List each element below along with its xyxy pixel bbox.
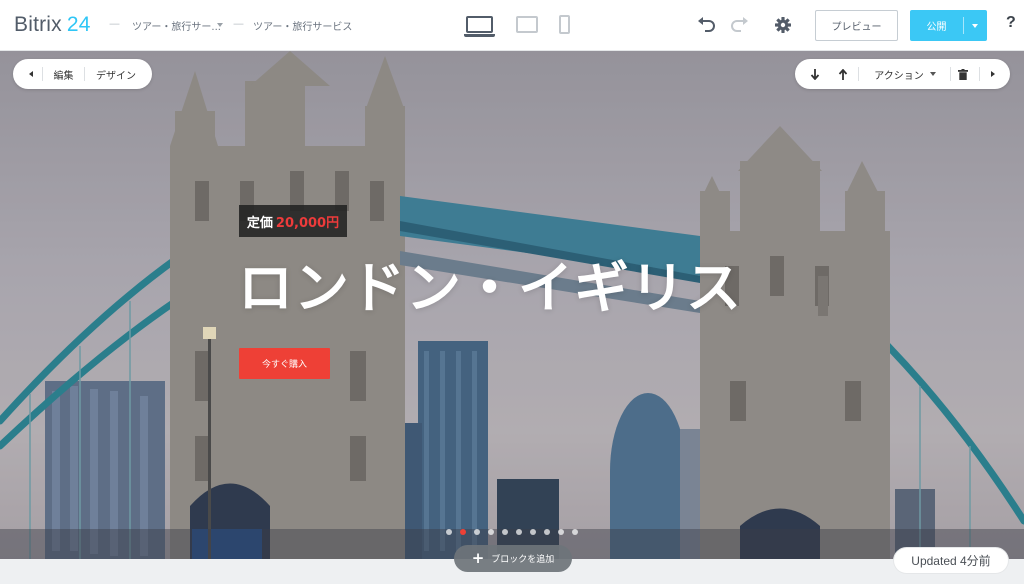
slider-dot[interactable] [544, 529, 550, 535]
publish-divider [963, 17, 964, 34]
gear-icon[interactable] [772, 14, 794, 36]
undo-icon[interactable] [696, 14, 718, 36]
chevron-right-icon [991, 71, 995, 77]
move-up-button[interactable] [833, 59, 853, 89]
slider-dot[interactable] [530, 529, 536, 535]
publish-label[interactable]: 公開 [910, 10, 963, 41]
prev-block-button[interactable] [21, 59, 41, 89]
slider-dot[interactable] [502, 529, 508, 535]
price-label: 定価 [246, 215, 273, 231]
arrow-down-icon [810, 68, 820, 80]
updated-status-badge: Updated 4分前 [894, 548, 1008, 573]
top-toolbar: Bitrix 24 — ツアー・旅行サー... — ツアー・旅行サービス プレビ… [0, 0, 1024, 51]
slider-dot[interactable] [572, 529, 578, 535]
price-value: 20,000円 [275, 215, 340, 231]
hero-title: ロンドン・イギリス [238, 256, 743, 320]
buy-now-button[interactable]: 今すぐ購入 [239, 348, 330, 379]
actions-dropdown[interactable]: アクション [865, 59, 945, 89]
slider-dots [446, 529, 580, 535]
bitrix24-logo[interactable]: Bitrix 24 [14, 13, 91, 37]
redo-icon[interactable] [728, 14, 750, 36]
panel-divider [979, 67, 980, 81]
preview-button[interactable]: プレビュー [815, 10, 898, 41]
breadcrumb-separator: — [233, 17, 244, 30]
add-block-button[interactable]: + ブロックを追加 [454, 545, 572, 572]
tablet-icon[interactable] [516, 16, 538, 33]
publish-button[interactable]: 公開 [910, 10, 987, 41]
chevron-down-icon[interactable] [972, 24, 978, 28]
slider-dot[interactable] [474, 529, 480, 535]
help-button[interactable]: ? [1006, 14, 1016, 32]
add-block-label: ブロックを追加 [491, 555, 555, 565]
slider-dot[interactable] [516, 529, 522, 535]
design-button[interactable]: デザイン [85, 59, 147, 89]
trash-icon [958, 68, 968, 80]
actions-label: アクション [874, 70, 924, 82]
next-block-button[interactable] [983, 59, 1003, 89]
arrow-up-icon [838, 68, 848, 80]
delete-block-button[interactable] [953, 59, 973, 89]
slider-dot[interactable] [460, 529, 466, 535]
price-badge: 定価 20,000円 [239, 205, 347, 237]
slider-dot[interactable] [558, 529, 564, 535]
breadcrumb-separator: — [109, 17, 120, 30]
panel-divider [858, 67, 859, 81]
slider-dot[interactable] [488, 529, 494, 535]
edit-button[interactable]: 編集 [43, 59, 84, 89]
hero-cover-block: 編集 デザイン アクション 定価 20,000円 ロンドン・イギリス 今すぐ購入 [0, 51, 1024, 559]
panel-divider [950, 67, 951, 81]
slider-dot[interactable] [446, 529, 452, 535]
block-right-panel: アクション [795, 59, 1010, 89]
breadcrumb-page[interactable]: ツアー・旅行サービス [253, 18, 352, 33]
chevron-down-icon [929, 72, 936, 76]
chevron-left-icon [29, 71, 33, 77]
breadcrumb-site[interactable]: ツアー・旅行サー... [132, 18, 221, 33]
plus-icon: + [471, 549, 485, 567]
block-left-panel: 編集 デザイン [13, 59, 152, 89]
phone-icon[interactable] [559, 15, 570, 34]
chevron-down-icon[interactable] [217, 23, 223, 27]
move-down-button[interactable] [805, 59, 825, 89]
